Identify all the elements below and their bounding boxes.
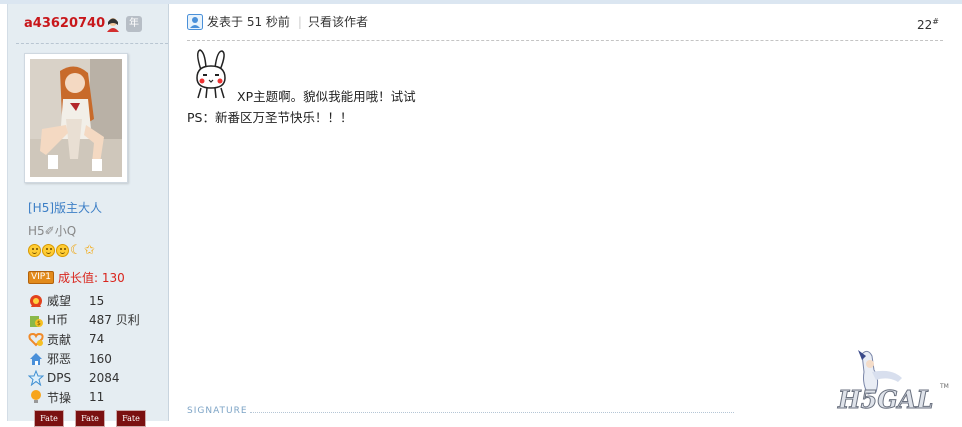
sun-level-icon bbox=[42, 244, 55, 257]
user-stats: 威望 15 $ H币 487 贝利 贡献 74 邪恶 160 DPS 2084 … bbox=[28, 291, 140, 407]
divider bbox=[16, 43, 168, 44]
author-only-link[interactable]: 只看该作者 bbox=[308, 13, 368, 30]
user-sidebar: a43620740 年 [H5]版主大人 H5✐小Q ☾ ✩ VIP1 成长值:… bbox=[7, 4, 169, 427]
star-level-icon: ✩ bbox=[84, 243, 95, 258]
h5gal-logo: H5GAL TM bbox=[837, 350, 949, 415]
stat-value: 160 bbox=[89, 351, 112, 366]
stat-label: 节操 bbox=[47, 390, 72, 405]
post-content-line: PS：新番区万圣节快乐！！！ bbox=[187, 110, 353, 125]
stat-value: 74 bbox=[89, 332, 105, 347]
username-link[interactable]: a43620740 bbox=[24, 16, 105, 31]
floor-mark: # bbox=[932, 17, 939, 26]
lightbulb-icon bbox=[31, 390, 41, 404]
evil-icon bbox=[30, 352, 42, 365]
growth-value: 成长值: 130 bbox=[57, 271, 125, 285]
stat-value: 487 贝利 bbox=[89, 313, 140, 328]
stat-row-integrity: 节操 11 bbox=[28, 387, 140, 406]
stat-value: 11 bbox=[89, 390, 105, 405]
prestige-icon bbox=[30, 294, 42, 307]
contribution-icon bbox=[28, 333, 44, 347]
vip-badge[interactable]: VIP1 bbox=[28, 271, 54, 284]
user-nickname: H5✐小Q bbox=[28, 224, 77, 238]
year-badge: 年 bbox=[126, 16, 142, 32]
floor-value: 22 bbox=[917, 18, 933, 32]
medal-badge[interactable]: Fate bbox=[75, 410, 105, 427]
sun-level-icon bbox=[56, 244, 69, 257]
logo-tm-mark: TM bbox=[939, 383, 949, 390]
stat-row-dps: DPS 2084 bbox=[28, 368, 140, 387]
svg-text:$: $ bbox=[37, 320, 41, 327]
coin-icon: $ bbox=[30, 315, 43, 327]
svg-text:H5GAL: H5GAL bbox=[837, 385, 933, 414]
stat-row-prestige: 威望 15 bbox=[28, 291, 140, 310]
stat-row-evil: 邪恶 160 bbox=[28, 349, 140, 368]
stat-label: 贡献 bbox=[47, 332, 72, 347]
signature-divider bbox=[250, 412, 734, 413]
vip-row: VIP1 成长值: 130 bbox=[28, 269, 125, 286]
stat-value: 15 bbox=[89, 293, 105, 308]
header-divider bbox=[187, 40, 943, 41]
username-icons: 年 bbox=[105, 16, 142, 32]
moon-level-icon: ☾ bbox=[70, 243, 82, 258]
rabbit-emoticon bbox=[196, 49, 226, 99]
stat-label: 邪恶 bbox=[47, 352, 72, 367]
post-header: 发表于 51 秒前 | 只看该作者 bbox=[187, 13, 368, 30]
female-user-icon bbox=[107, 18, 119, 32]
floor-number[interactable]: 22# bbox=[917, 17, 939, 32]
stat-label: 威望 bbox=[47, 294, 72, 309]
level-stars: ☾ ✩ bbox=[28, 244, 97, 257]
user-group-link[interactable]: [H5]版主大人 bbox=[28, 199, 102, 216]
post-time: 发表于 51 秒前 bbox=[207, 15, 290, 29]
dps-icon bbox=[28, 369, 44, 386]
avatar-image bbox=[30, 59, 122, 177]
online-user-icon bbox=[187, 13, 203, 30]
sun-level-icon bbox=[28, 244, 41, 257]
post-content-line: XP主题啊。貌似我能用哦！试试 bbox=[237, 89, 416, 104]
separator: | bbox=[297, 14, 302, 29]
stat-value: 2084 bbox=[89, 370, 120, 385]
signature-label: SIGNATURE bbox=[187, 406, 248, 416]
avatar[interactable] bbox=[24, 53, 128, 183]
stat-label: H币 bbox=[47, 313, 69, 328]
medal-badge[interactable]: Fate bbox=[34, 410, 64, 427]
stat-row-contribution: 贡献 74 bbox=[28, 330, 140, 349]
medal-badge[interactable]: Fate bbox=[116, 410, 146, 427]
stat-label: DPS bbox=[47, 370, 72, 385]
medal-list: Fate Fate Fate bbox=[34, 410, 146, 427]
stat-row-coin: $ H币 487 贝利 bbox=[28, 310, 140, 329]
